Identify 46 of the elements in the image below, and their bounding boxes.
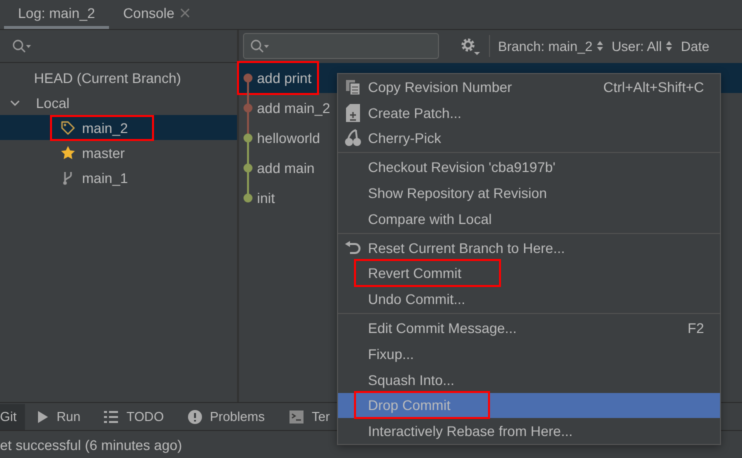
menu-item[interactable]: Checkout Revision 'cba9197b' [338,154,720,180]
star-icon [60,144,76,160]
exclamation-icon [188,410,202,424]
filter-dropdown[interactable]: Date [680,38,710,54]
menu-item[interactable]: Compare with Local [338,206,720,232]
menu-item[interactable]: Show Repository at Revision [338,180,720,206]
menu-item[interactable]: Copy Revision Number Ctrl+Alt+Shift+C [338,74,720,100]
undo-icon [345,240,361,255]
menu-item[interactable]: Reset Current Branch to Here... [338,234,720,261]
chevron-icon[interactable] [10,98,20,108]
branch-item[interactable]: master [52,142,149,164]
branch-item[interactable]: Local [32,92,74,112]
tool-window-tab[interactable]: Run [24,404,92,430]
commit-row[interactable]: add print [239,63,318,93]
commit-row[interactable]: init [239,183,281,213]
tab[interactable]: Console [109,0,204,29]
copy-icon [345,78,361,95]
document-icon [346,104,360,122]
filter-dropdown[interactable]: User: All [612,38,673,54]
commit-row[interactable]: helloworld [239,123,326,153]
menu-item[interactable]: Cherry-Pick [338,126,720,152]
menu-item[interactable]: Fixup... [338,340,720,367]
search-field[interactable] [243,33,439,59]
branch-item[interactable]: main_1 [52,166,152,188]
tool-window-tab[interactable]: Git [0,404,25,430]
menu-item[interactable]: Revert Commit [338,260,720,286]
search-icon [12,39,32,53]
tab[interactable]: Log: main_2 [4,0,110,29]
settings-icon[interactable] [459,36,481,56]
menu-item[interactable]: Create Patch... [338,100,720,126]
tool-window-tab[interactable]: TODO [92,404,176,430]
menu-item[interactable]: Squash Into... [338,366,720,393]
menu-item[interactable]: Edit Commit Message... F2 [338,315,720,341]
terminal-icon [288,410,304,424]
tag-icon [60,120,76,136]
filter-dropdown[interactable]: Branch: main_2 [498,38,604,54]
branch-item[interactable]: HEAD (Current Branch) [30,68,186,88]
commit-row[interactable]: add main_2 [239,93,336,123]
menu-item[interactable]: Undo Commit... [338,286,720,312]
close-icon[interactable] [180,8,190,18]
cherry-icon [344,129,362,148]
commit-row[interactable]: add main [239,153,321,183]
play-icon [36,410,49,424]
search-icon [250,39,270,53]
list-icon [104,410,118,422]
tool-window-tab[interactable]: Problems [176,404,277,430]
